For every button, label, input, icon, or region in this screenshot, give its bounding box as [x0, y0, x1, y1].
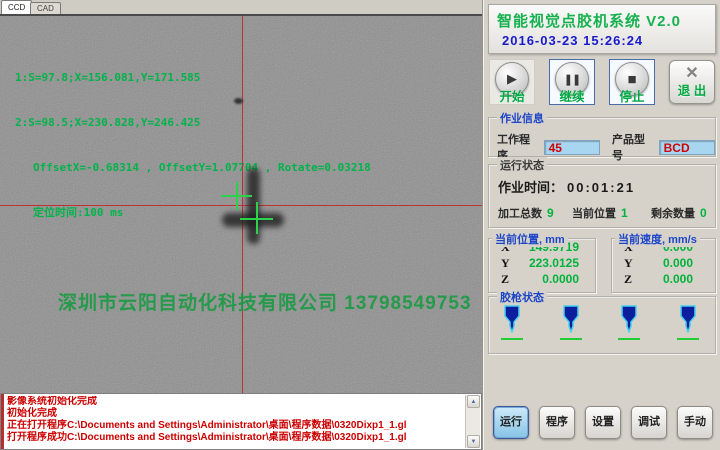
program-mode-button[interactable]: 程序 — [539, 406, 575, 439]
log-area[interactable]: 影像系统初始化完成 初始化完成 正在打开程序C:\Documents and S… — [0, 393, 482, 450]
log-line: 打开程序成功C:\Documents and Settings\Administ… — [7, 432, 463, 444]
axis-y-label: Y — [624, 256, 640, 271]
manual-mode-button[interactable]: 手动 — [677, 406, 713, 439]
camera-tabbar: CCD CAD — [0, 0, 482, 14]
counter-remaining-value: 0 — [700, 206, 707, 220]
axis-z-label: Z — [501, 272, 517, 287]
glue-gun-status-bar — [677, 338, 699, 340]
tab-ccd[interactable]: CCD — [1, 0, 32, 14]
position-title: 当前位置, mm — [492, 231, 568, 247]
log-line: 正在打开程序C:\Documents and Settings\Administ… — [7, 420, 463, 432]
counter-current: 当前位置 1 — [572, 205, 651, 221]
speed-y-value: 0.000 — [640, 256, 715, 270]
axis-y-label: Y — [501, 256, 517, 271]
glue-gun-title: 胶枪状态 — [497, 289, 547, 305]
counter-remaining: 剩余数量 0 — [651, 205, 707, 221]
speed-title: 当前速度, mm/s — [615, 231, 700, 247]
title-panel: 智能视觉点胶机系统 V2.0 2016-03-23 15:26:24 — [488, 4, 716, 54]
control-panel: 智能视觉点胶机系统 V2.0 2016-03-23 15:26:24 ▶ 开始 … — [482, 0, 720, 450]
crosshair-horizontal-line — [0, 205, 482, 206]
position-z-value: 0.0000 — [517, 272, 595, 286]
overlay-line-locate-time: 定位时间:100 ms — [15, 205, 371, 220]
product-model-label: 产品型号 — [612, 131, 655, 163]
glue-gun-icon — [679, 305, 697, 333]
dispensing-machine-window: CCD CAD 1:S=97.8;X=156.081,Y=171.585 2:S… — [0, 0, 720, 450]
continue-button-label: 继续 — [550, 86, 594, 105]
run-status-group: 运行状态 作业时间：00:01:21 加工总数9 当前位置1 剩余数量0 — [488, 164, 716, 228]
scroll-down-icon[interactable]: ▼ — [467, 435, 480, 448]
settings-mode-button[interactable]: 设置 — [585, 406, 621, 439]
machine-control-buttons: ▶ 开始 ❚❚ 继续 ■ 停止 ✕ 退 出 — [488, 59, 716, 106]
stop-button-label: 停止 — [610, 86, 654, 105]
tab-cad[interactable]: CAD — [30, 2, 61, 14]
overlay-line-1: 1:S=97.8;X=156.081,Y=171.585 — [15, 70, 371, 85]
overlay-line-offset: OffsetX=-0.68314 , OffsetY=1.07704 , Rot… — [15, 160, 371, 175]
overlay-line-2: 2:S=98.5;X=230.828,Y=246.425 — [15, 115, 371, 130]
glue-gun-3 — [618, 305, 640, 340]
vendor-watermark: 深圳市云阳自动化科技有限公司 13798549753 — [58, 288, 472, 315]
scroll-up-icon[interactable]: ▲ — [467, 395, 480, 408]
glue-gun-icon — [562, 305, 580, 333]
counter-current-value: 1 — [621, 206, 628, 220]
vision-result-overlay: 1:S=97.8;X=156.081,Y=171.585 2:S=98.5;X=… — [15, 40, 371, 250]
speed-group: 当前速度, mm/s X 0.000 Y 0.000 Z 0.000 — [611, 238, 716, 293]
glue-gun-icon — [503, 305, 521, 333]
position-y-value: 223.0125 — [517, 256, 595, 270]
exit-button-label: 退 出 — [670, 80, 714, 99]
glue-gun-2 — [560, 305, 582, 340]
glue-gun-1 — [501, 305, 523, 340]
job-time-label: 作业时间： — [498, 180, 563, 195]
glue-gun-icon — [620, 305, 638, 333]
app-title: 智能视觉点胶机系统 V2.0 — [497, 10, 715, 31]
run-status-title: 运行状态 — [497, 157, 547, 173]
job-time-value: 00:01:21 — [567, 180, 635, 195]
datetime-display: 2016-03-23 15:26:24 — [502, 33, 715, 48]
start-button[interactable]: ▶ 开始 — [489, 59, 535, 105]
log-scrollbar[interactable]: ▲ ▼ — [465, 395, 480, 448]
stop-button[interactable]: ■ 停止 — [609, 59, 655, 105]
axis-z-label: Z — [624, 272, 640, 287]
work-program-field[interactable]: 45 — [544, 140, 600, 155]
job-info-title: 作业信息 — [497, 110, 547, 126]
counter-total-label: 加工总数 — [498, 208, 542, 220]
speed-z-value: 0.000 — [640, 272, 715, 286]
counter-remaining-label: 剩余数量 — [651, 208, 695, 220]
glue-gun-group: 胶枪状态 — [488, 296, 716, 354]
run-mode-button[interactable]: 运行 — [493, 406, 529, 439]
workpiece-dot — [234, 98, 243, 104]
exit-button[interactable]: ✕ 退 出 — [669, 60, 715, 104]
glue-gun-4 — [677, 305, 699, 340]
job-info-group: 作业信息 工作程序 45 产品型号 BCD — [488, 117, 716, 157]
position-group: 当前位置, mm X 149.9719 Y 223.0125 Z 0.0000 — [488, 238, 596, 293]
workpiece-mark-vertical — [247, 168, 260, 244]
camera-view[interactable]: 1:S=97.8;X=156.081,Y=171.585 2:S=98.5;X=… — [0, 14, 482, 393]
counter-current-label: 当前位置 — [572, 208, 616, 220]
product-model-field[interactable]: BCD — [659, 140, 715, 155]
debug-mode-button[interactable]: 调试 — [631, 406, 667, 439]
log-left-marker — [1, 394, 4, 449]
counter-total-value: 9 — [547, 206, 554, 220]
glue-gun-status-bar — [560, 338, 582, 340]
start-button-label: 开始 — [490, 86, 534, 105]
log-line: 影像系统初始化完成 — [7, 396, 463, 408]
continue-button[interactable]: ❚❚ 继续 — [549, 59, 595, 105]
log-line: 初始化完成 — [7, 408, 463, 420]
glue-gun-status-bar — [618, 338, 640, 340]
glue-gun-status-bar — [501, 338, 523, 340]
mode-buttons: 运行 程序 设置 调试 手动 — [488, 406, 716, 439]
log-lines: 影像系统初始化完成 初始化完成 正在打开程序C:\Documents and S… — [7, 396, 463, 444]
counter-total: 加工总数 9 — [498, 205, 572, 221]
